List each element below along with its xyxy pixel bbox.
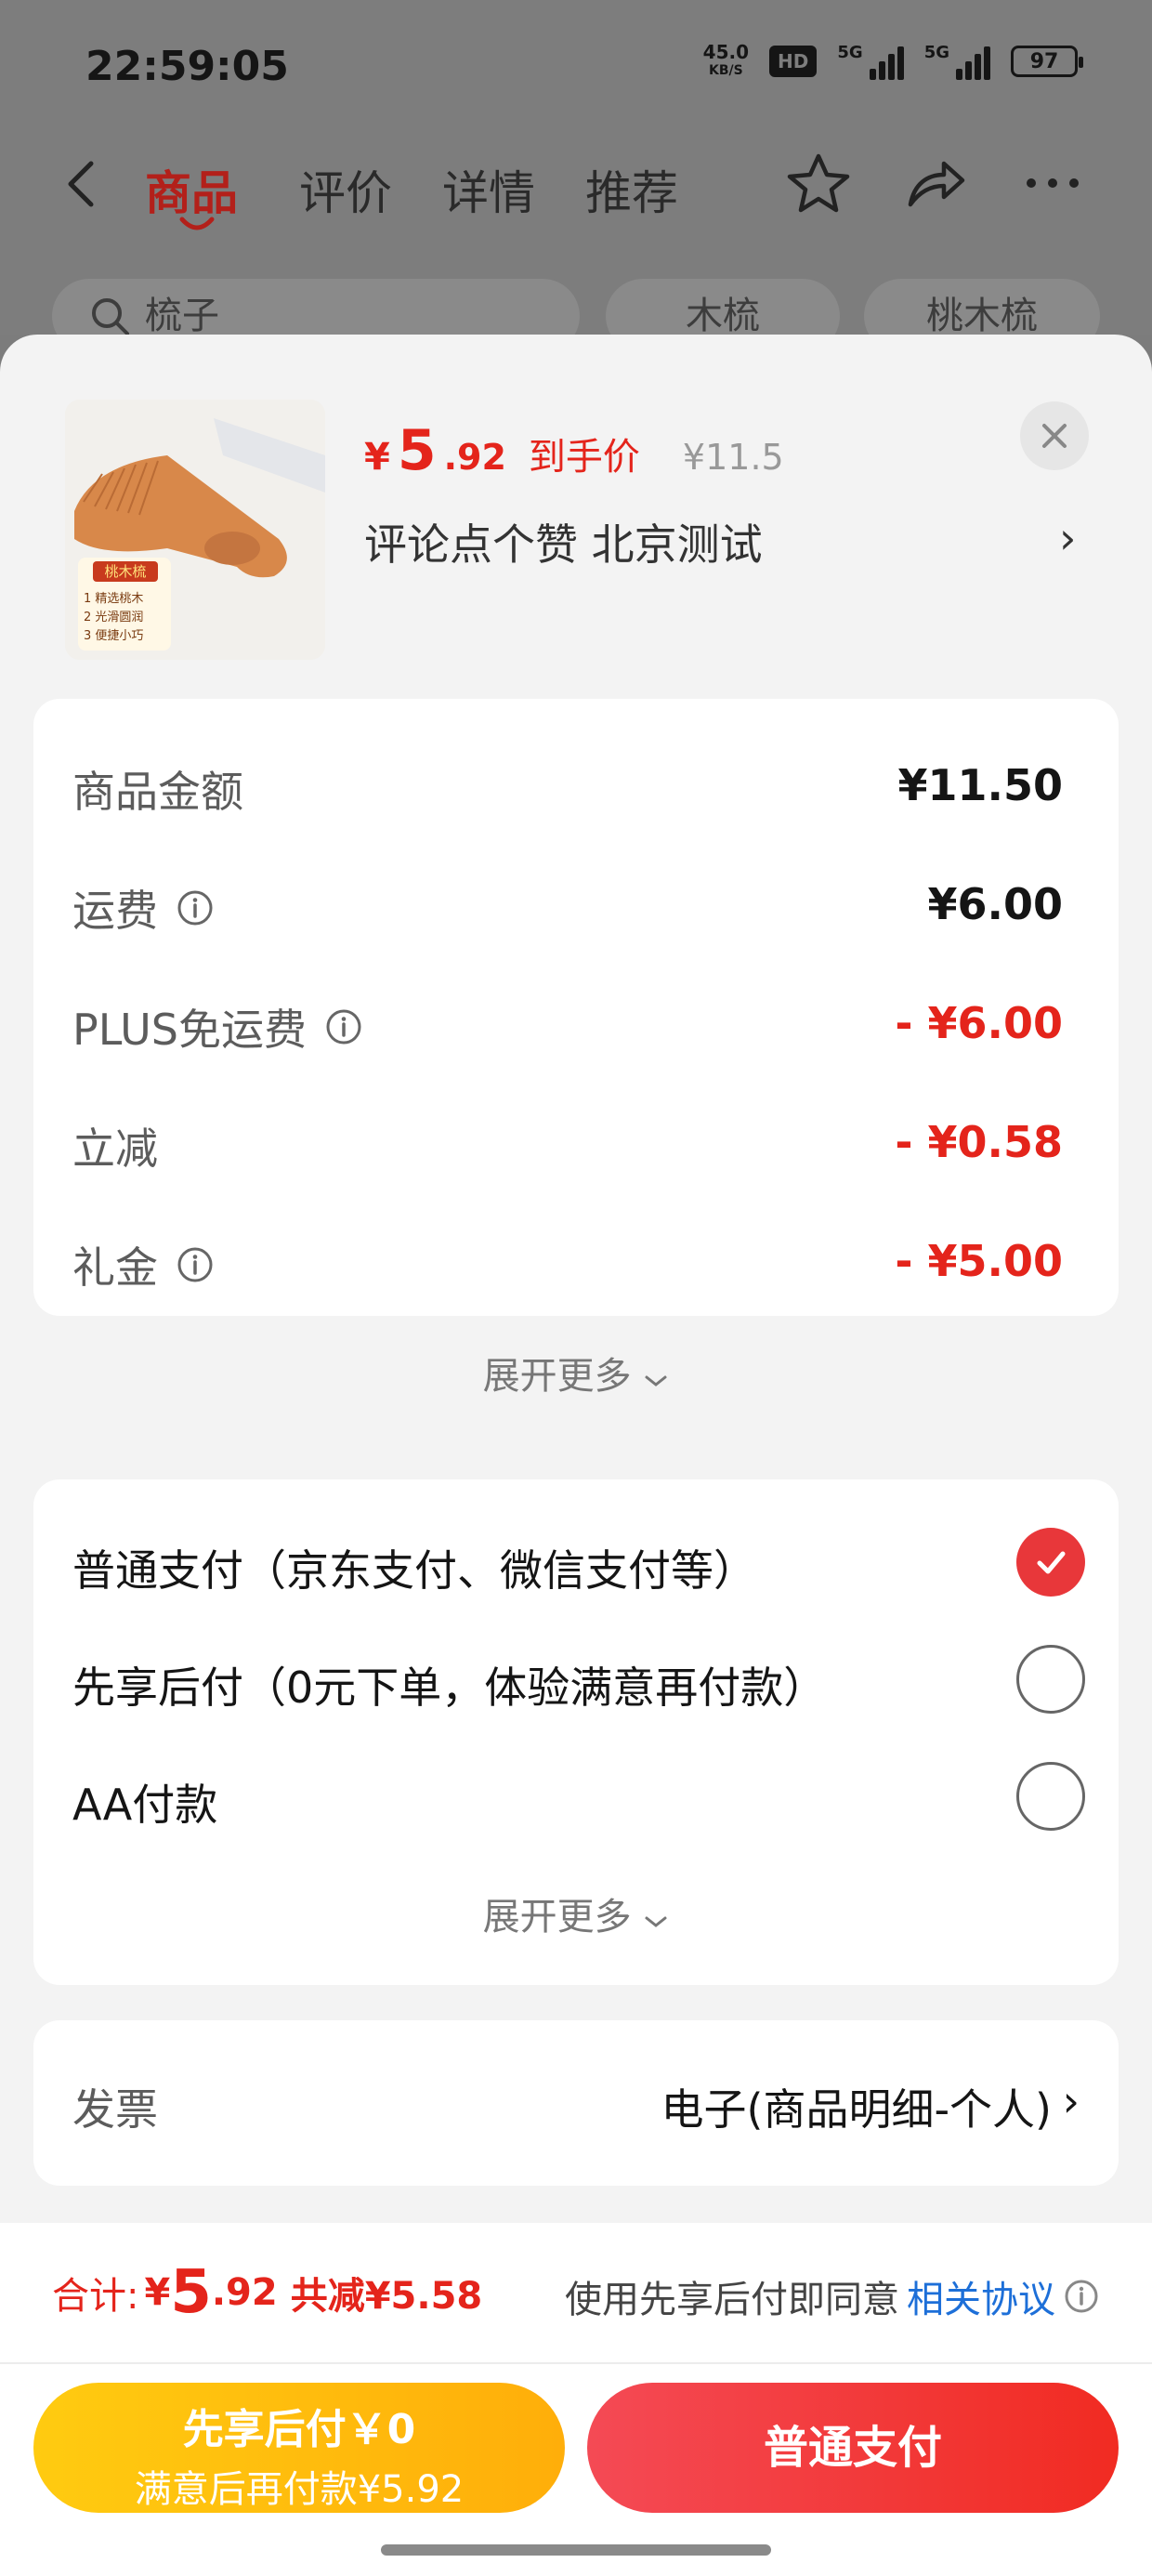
amount-label: 运费 xyxy=(72,886,158,936)
status-icons: 45.0 KB/S HD 5G 5G 97 xyxy=(703,43,1083,80)
spec-selector[interactable]: 评论点个赞 北京测试 xyxy=(364,511,763,572)
clock: 22:59:05 xyxy=(85,43,289,90)
share-icon[interactable] xyxy=(903,151,968,216)
info-icon[interactable] xyxy=(1063,2278,1100,2315)
tab-recommend[interactable]: 推荐 xyxy=(585,156,678,223)
amount-label: 商品金额 xyxy=(72,767,243,817)
more-icon[interactable] xyxy=(1020,151,1085,216)
amount-label: PLUS免运费 xyxy=(72,1005,307,1055)
total-integer: 5 xyxy=(170,2258,212,2327)
radio-unchecked[interactable] xyxy=(1016,1762,1085,1831)
amount-value: ¥6.00 xyxy=(927,879,1063,929)
home-indicator[interactable] xyxy=(381,2544,771,2556)
price-currency: ¥ xyxy=(364,436,390,479)
chevron-right-icon[interactable]: › xyxy=(1059,513,1076,563)
total-label: 合计: xyxy=(52,2275,139,2318)
signal-label-2: 5G xyxy=(923,43,949,62)
expand-more-payments[interactable]: 展开更多 xyxy=(0,1886,1152,1940)
product-thumbnail[interactable]: 桃木梳 1 精选桃木 2 光滑圆润 3 便捷小巧 xyxy=(65,400,325,660)
amount-value: ¥11.50 xyxy=(897,760,1063,810)
back-icon[interactable] xyxy=(56,156,111,212)
invoice-label: 发票 xyxy=(72,2084,158,2135)
expand-more-label: 展开更多 xyxy=(482,1355,632,1398)
comb-image: 桃木梳 1 精选桃木 2 光滑圆润 3 便捷小巧 xyxy=(65,400,325,660)
close-button[interactable] xyxy=(1020,401,1089,470)
agreement-link[interactable]: 相关协议 xyxy=(907,2269,1055,2323)
close-icon xyxy=(1042,424,1067,448)
price-breakdown-card: 商品金额 ¥11.50 运费 ¥6.00 PLUS免运费 - ¥6.00 立减 … xyxy=(33,699,1119,1316)
invoice-value: 电子(商品明细-个人) xyxy=(661,2084,1053,2135)
chevron-down-icon xyxy=(645,1375,667,1387)
total-decimal: .92 xyxy=(211,2271,278,2314)
payment-option-label: 普通支付（京东支付、微信支付等） xyxy=(72,1545,756,1596)
tab-reviews[interactable]: 评价 xyxy=(299,156,392,223)
radio-checked[interactable] xyxy=(1016,1528,1085,1597)
network-speed: 45.0 KB/S xyxy=(703,43,749,80)
search-icon xyxy=(92,298,129,335)
hd-icon: HD xyxy=(769,46,818,77)
amount-value: - ¥0.58 xyxy=(895,1117,1063,1167)
pay-later-title: 先享后付￥0 xyxy=(182,2406,416,2453)
checkmark-icon xyxy=(1037,1551,1066,1574)
status-bar: 22:59:05 45.0 KB/S HD 5G 5G 97 xyxy=(0,0,1152,130)
battery-icon: 97 xyxy=(1011,46,1083,77)
network-speed-value: 45.0 xyxy=(702,41,750,63)
final-price-tag: 到手价 xyxy=(528,436,640,479)
thumb-point-1: 1 精选桃木 xyxy=(84,592,143,606)
agreement-prefix: 使用先享后付即同意 xyxy=(565,2279,899,2321)
amount-row-shipping: 运费 ¥6.00 xyxy=(72,877,1063,952)
amount-row-goods: 商品金额 ¥11.50 xyxy=(72,758,1063,833)
chevron-down-icon xyxy=(645,1916,667,1927)
signal-icon-2: 5G xyxy=(924,43,990,80)
pay-later-button[interactable]: 先享后付￥0 满意后再付款¥5.92 xyxy=(33,2383,565,2513)
active-tab-indicator xyxy=(179,217,215,230)
original-price: ¥11.5 xyxy=(682,437,784,478)
info-icon[interactable] xyxy=(177,1246,214,1283)
search-chip-label: 梳子 xyxy=(145,295,219,337)
total-reduce: 共减¥5.58 xyxy=(290,2275,483,2318)
agreement-note: 使用先享后付即同意 相关协议 xyxy=(565,2269,1100,2323)
tab-product[interactable]: 商品 xyxy=(145,156,238,223)
price-integer: 5 xyxy=(397,418,437,483)
amount-label: 立减 xyxy=(72,1124,158,1174)
payment-option-aa[interactable]: AA付款 xyxy=(72,1762,1085,1846)
favorite-star-icon[interactable] xyxy=(786,151,851,216)
payment-option-normal[interactable]: 普通支付（京东支付、微信支付等） xyxy=(72,1528,1085,1611)
amount-value: - ¥5.00 xyxy=(895,1236,1063,1286)
thumb-point-3: 3 便捷小巧 xyxy=(84,629,143,643)
info-icon[interactable] xyxy=(177,889,214,927)
payment-option-label: 先享后付（0元下单，体验满意再付款） xyxy=(72,1663,827,1713)
thumb-point-2: 2 光滑圆润 xyxy=(84,611,143,624)
amount-label: 礼金 xyxy=(72,1242,158,1293)
product-nav-bar: 商品 评价 详情 推荐 xyxy=(0,139,1152,242)
invoice-card[interactable]: 发票 电子(商品明细-个人) › xyxy=(33,2020,1119,2186)
network-speed-unit: KB/S xyxy=(708,63,743,78)
payment-option-pay-later[interactable]: 先享后付（0元下单，体验满意再付款） xyxy=(72,1645,1085,1728)
tab-details[interactable]: 详情 xyxy=(442,156,535,223)
amount-row-discount: 立减 - ¥0.58 xyxy=(72,1115,1063,1189)
payment-option-label: AA付款 xyxy=(72,1780,218,1830)
price-line: ¥ 5 .92 到手价 ¥11.5 xyxy=(364,418,784,483)
amount-row-plus-shipping: PLUS免运费 - ¥6.00 xyxy=(72,996,1063,1071)
chevron-right-icon[interactable]: › xyxy=(1063,2076,1080,2126)
amount-row-gift: 礼金 - ¥5.00 xyxy=(72,1234,1063,1308)
radio-unchecked[interactable] xyxy=(1016,1645,1085,1714)
expand-more-label: 展开更多 xyxy=(482,1896,632,1939)
info-icon[interactable] xyxy=(325,1008,362,1045)
signal-label-1: 5G xyxy=(837,43,863,62)
total-summary: 合计: ¥ 5 .92 共减¥5.58 使用先享后付即同意 相关协议 xyxy=(52,2223,1100,2362)
divider xyxy=(0,2362,1152,2364)
amount-value: - ¥6.00 xyxy=(895,998,1063,1048)
pay-later-subtitle: 满意后再付款¥5.92 xyxy=(134,2468,465,2511)
normal-pay-button[interactable]: 普通支付 xyxy=(587,2383,1119,2513)
thumb-badge: 桃木梳 xyxy=(104,563,146,580)
product-summary: 桃木梳 1 精选桃木 2 光滑圆润 3 便捷小巧 ¥ 5 .92 到手价 ¥11… xyxy=(0,335,1152,678)
expand-more-amounts[interactable]: 展开更多 xyxy=(0,1346,1152,1400)
signal-icon-1: 5G xyxy=(837,43,904,80)
price-decimal: .92 xyxy=(443,437,506,478)
checkout-footer: 合计: ¥ 5 .92 共减¥5.58 使用先享后付即同意 相关协议 先享后付￥0… xyxy=(0,2223,1152,2576)
total-currency: ¥ xyxy=(144,2271,171,2314)
